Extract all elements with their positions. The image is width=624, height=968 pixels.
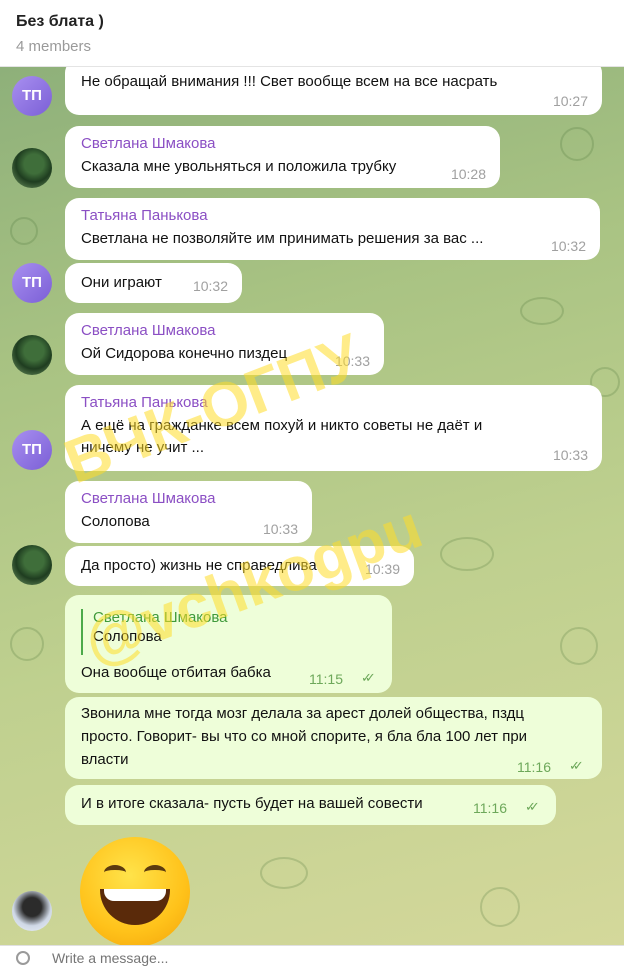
message-time: 11:16 [517,759,551,775]
background-doodle [10,217,38,245]
emoji-eye [104,865,126,880]
message-bubble[interactable]: Татьяна Панькова Светлана не позволяйте … [65,198,600,260]
emoji-eye [144,865,166,880]
message-text: Они играют [81,274,162,291]
background-doodle [440,537,494,571]
double-check-icon: ✓✓ [569,758,584,773]
avatar-svetlana[interactable] [12,335,52,375]
double-check-icon: ✓✓ [525,799,540,814]
background-doodle [560,127,594,161]
message-time: 10:32 [550,238,586,254]
avatar-tp[interactable]: ТП [12,430,52,470]
outgoing-message-bubble[interactable]: И в итоге сказала- пусть будет на вашей … [65,785,556,825]
message-bubble[interactable]: Светлана Шмакова Сказала мне увольняться… [65,126,500,188]
emoji-teeth [104,889,166,901]
message-text-line: власти [81,751,129,768]
message-bubble[interactable]: Светлана Шмакова Солопова 10:33 [65,481,312,543]
background-doodle [480,887,520,927]
chat-area[interactable]: ТП Не обращай внимания !!! Свет воoбще в… [0,67,624,945]
message-input[interactable] [50,948,594,968]
avatar-tp[interactable]: ТП [12,76,52,116]
background-doodle [520,297,564,325]
avatar-svetlana[interactable] [12,148,52,188]
message-text: Солопова [81,513,150,530]
sender-name[interactable]: Татьяна Панькова [81,207,208,224]
message-bubble[interactable]: Не обращай внимания !!! Свет воoбще всем… [65,67,602,115]
avatar-svetlana[interactable] [12,545,52,585]
laughing-emoji-sticker[interactable] [80,837,190,945]
attach-icon[interactable] [16,951,30,965]
message-time: 10:28 [450,166,486,182]
background-doodle [10,627,44,661]
message-text-line: Звонила мне тогда мозг делала за арест д… [81,705,524,722]
chat-title: Без блата ) [16,13,104,30]
background-doodle [560,627,598,665]
message-time: 11:15 [309,671,343,687]
sender-name[interactable]: Светлана Шмакова [81,322,216,339]
chat-header[interactable]: Без блата ) 4 members [0,0,624,67]
message-text: Не обращай внимания !!! Свет воoбще всем… [81,73,498,90]
sender-name[interactable]: Светлана Шмакова [81,490,216,507]
message-time: 10:27 [552,93,588,109]
double-check-icon: ✓✓ [361,670,376,685]
message-composer[interactable] [0,945,624,968]
message-text-line: просто. Говорит- вы что со мной спорите,… [81,728,528,745]
message-text: И в итоге сказала- пусть будет на вашей … [81,795,423,812]
message-text: Сказала мне увольняться и положила трубк… [81,158,397,175]
message-time: 10:32 [192,278,228,294]
message-time: 11:16 [473,800,507,816]
avatar-self[interactable] [12,891,52,931]
member-count: 4 members [16,38,92,55]
message-text: Светлана не позволяйте им принимать реше… [81,230,484,247]
sender-name[interactable]: Светлана Шмакова [81,135,216,152]
message-time: 10:33 [552,447,588,463]
background-doodle [260,857,308,889]
message-bubble[interactable]: Они играют 10:32 [65,263,242,303]
outgoing-message-bubble[interactable]: Звонила мне тогда мозг делала за арест д… [65,697,602,779]
avatar-tp[interactable]: ТП [12,263,52,303]
